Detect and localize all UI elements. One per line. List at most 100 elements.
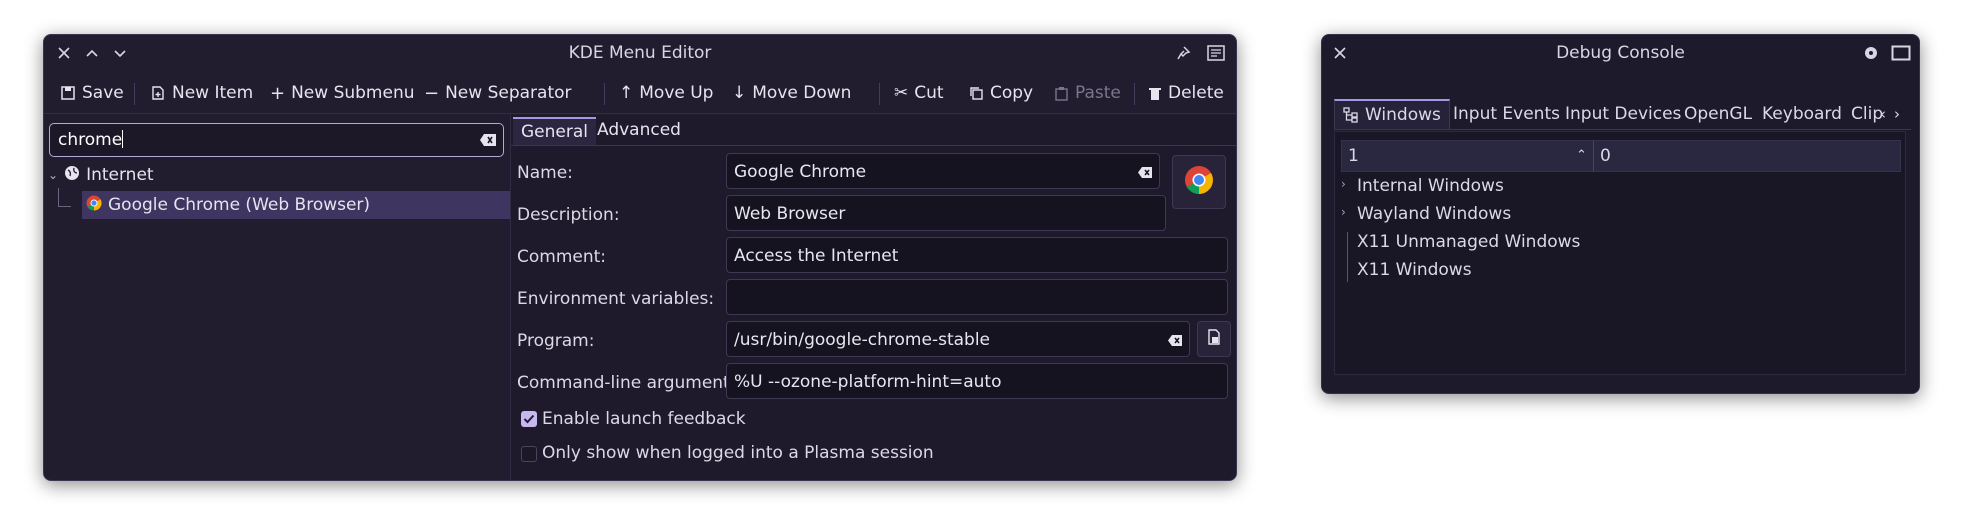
- program-label: Program:: [517, 331, 595, 351]
- chevron-right-icon[interactable]: ›: [1341, 205, 1346, 219]
- debug-tab-bar: Windows Input Events Input Devices OpenG…: [1334, 99, 1911, 130]
- tab-keyboard[interactable]: Keyboard: [1762, 99, 1842, 129]
- tree-row-x11-windows[interactable]: X11 Windows: [1357, 260, 1472, 280]
- menu-icon[interactable]: [1204, 41, 1228, 65]
- tree-row-internal-windows[interactable]: Internal Windows: [1357, 176, 1504, 196]
- pin-icon[interactable]: [1172, 41, 1196, 65]
- tree-row-wayland-windows[interactable]: Wayland Windows: [1357, 204, 1511, 224]
- launch-feedback-label[interactable]: Enable launch feedback: [542, 409, 746, 429]
- name-field[interactable]: Google Chrome: [726, 153, 1160, 189]
- tab-windows[interactable]: Windows: [1334, 99, 1450, 129]
- tree-item-google-chrome[interactable]: Google Chrome (Web Browser): [82, 191, 514, 219]
- tree-row-x11-unmanaged-windows[interactable]: X11 Unmanaged Windows: [1357, 232, 1580, 252]
- toolbar-separator: [134, 83, 135, 105]
- window-title: KDE Menu Editor: [568, 43, 712, 63]
- name-label: Name:: [517, 163, 573, 183]
- sort-ascending-icon: ⌃: [1576, 148, 1587, 163]
- search-input[interactable]: chrome: [49, 123, 504, 157]
- column-divider: [1593, 141, 1594, 171]
- tab-windows-label: Windows: [1365, 105, 1441, 125]
- toolbar-separator: [604, 83, 605, 105]
- copy-button[interactable]: Copy: [969, 79, 1033, 107]
- globe-icon: [64, 165, 80, 186]
- program-field[interactable]: /usr/bin/google-chrome-stable: [726, 321, 1190, 357]
- copy-label: Copy: [990, 83, 1034, 103]
- tree-item-internet[interactable]: ⌄ Internet: [48, 161, 154, 189]
- tab-keyboard-label: Keyboard: [1762, 104, 1842, 124]
- description-field[interactable]: Web Browser: [726, 195, 1166, 231]
- document-open-icon: [1207, 328, 1221, 350]
- environment-variables-label: Environment variables:: [517, 289, 715, 309]
- chevron-right-icon[interactable]: ›: [1341, 177, 1346, 191]
- tab-general-label: General: [521, 122, 588, 142]
- comment-label: Comment:: [517, 247, 607, 267]
- tab-opengl[interactable]: OpenGL: [1684, 99, 1752, 129]
- tree-view-icon: [1343, 107, 1358, 123]
- menu-tree-pane: chrome ⌄ Internet Google Chrome (Web Bro…: [44, 115, 514, 480]
- text-caret: [122, 130, 124, 148]
- name-field-value: Google Chrome: [734, 162, 867, 182]
- plasma-session-only-label[interactable]: Only show when logged into a Plasma sess…: [542, 443, 934, 463]
- minimize-icon[interactable]: [1859, 41, 1883, 65]
- tab-advanced-label: Advanced: [597, 120, 681, 140]
- environment-variables-field[interactable]: [726, 279, 1228, 315]
- tab-input-devices-label: Input Devices: [1565, 104, 1682, 124]
- tab-scroll-left-icon[interactable]: ‹: [1880, 99, 1886, 129]
- app-icon-button[interactable]: [1172, 155, 1226, 209]
- clear-name-icon[interactable]: [1137, 164, 1153, 184]
- plasma-session-only-checkbox[interactable]: [521, 446, 537, 462]
- paste-button[interactable]: Paste: [1054, 79, 1121, 107]
- properties-pane: General Advanced Name: Google Chrome Des…: [510, 115, 1236, 480]
- delete-button[interactable]: Delete: [1148, 79, 1224, 107]
- tree-item-google-chrome-label: Google Chrome (Web Browser): [108, 195, 371, 215]
- trash-icon: [1149, 87, 1161, 100]
- paste-label: Paste: [1075, 83, 1121, 103]
- comment-field[interactable]: Access the Internet: [726, 237, 1228, 273]
- clear-program-icon[interactable]: [1167, 332, 1183, 352]
- save-button[interactable]: Save: [60, 79, 124, 107]
- chevron-down-icon[interactable]: ⌄: [48, 168, 58, 182]
- chrome-icon: [86, 195, 102, 216]
- comment-field-value: Access the Internet: [734, 246, 899, 266]
- move-up-button[interactable]: ↑ Move Up: [619, 79, 713, 107]
- command-line-arguments-field[interactable]: %U --ozone-platform-hint=auto: [726, 363, 1228, 399]
- maximize-icon[interactable]: [1889, 41, 1913, 65]
- tab-opengl-label: OpenGL: [1684, 104, 1753, 124]
- move-down-label: Move Down: [752, 83, 852, 103]
- tree-branch-line: [1347, 232, 1356, 282]
- move-down-button[interactable]: ↓ Move Down: [732, 79, 851, 107]
- new-separator-button[interactable]: − New Separator: [424, 79, 572, 107]
- save-label: Save: [82, 83, 124, 103]
- checkmark-icon: [523, 414, 535, 424]
- new-submenu-label: New Submenu: [291, 83, 415, 103]
- description-label: Description:: [517, 205, 620, 225]
- new-submenu-button[interactable]: + New Submenu: [270, 79, 415, 107]
- kde-menu-editor-window: KDE Menu Editor Save New Item + New Subm…: [43, 34, 1237, 481]
- window-title: Debug Console: [1556, 43, 1685, 63]
- scissors-icon: ✂: [894, 83, 909, 103]
- minus-icon: −: [424, 82, 440, 104]
- new-item-label: New Item: [172, 83, 254, 103]
- browse-program-button[interactable]: [1197, 321, 1231, 357]
- clear-search-icon[interactable]: [479, 132, 497, 152]
- tab-input-events[interactable]: Input Events: [1453, 99, 1560, 129]
- toolbar-separator: [1134, 83, 1135, 105]
- column-header-0[interactable]: 0: [1600, 146, 1611, 166]
- program-field-value: /usr/bin/google-chrome-stable: [734, 330, 990, 350]
- chrome-icon: [1184, 165, 1214, 200]
- cut-button[interactable]: ✂ Cut: [894, 79, 944, 107]
- tree-header: 1 ⌃ 0: [1341, 140, 1901, 172]
- title-bar: KDE Menu Editor: [44, 35, 1236, 71]
- tab-scroll-right-icon[interactable]: ›: [1894, 99, 1900, 129]
- launch-feedback-checkbox[interactable]: [521, 411, 537, 427]
- title-bar: Debug Console: [1322, 35, 1919, 71]
- tab-general[interactable]: General: [513, 117, 596, 145]
- cut-label: Cut: [914, 83, 944, 103]
- tab-input-devices[interactable]: Input Devices: [1565, 99, 1681, 129]
- paste-icon: [1055, 86, 1068, 101]
- tree-branch-line: [58, 188, 71, 207]
- copy-icon: [970, 86, 983, 100]
- column-header-1[interactable]: 1: [1348, 146, 1359, 166]
- tab-advanced[interactable]: Advanced: [589, 117, 689, 143]
- new-item-button[interactable]: New Item: [150, 79, 253, 107]
